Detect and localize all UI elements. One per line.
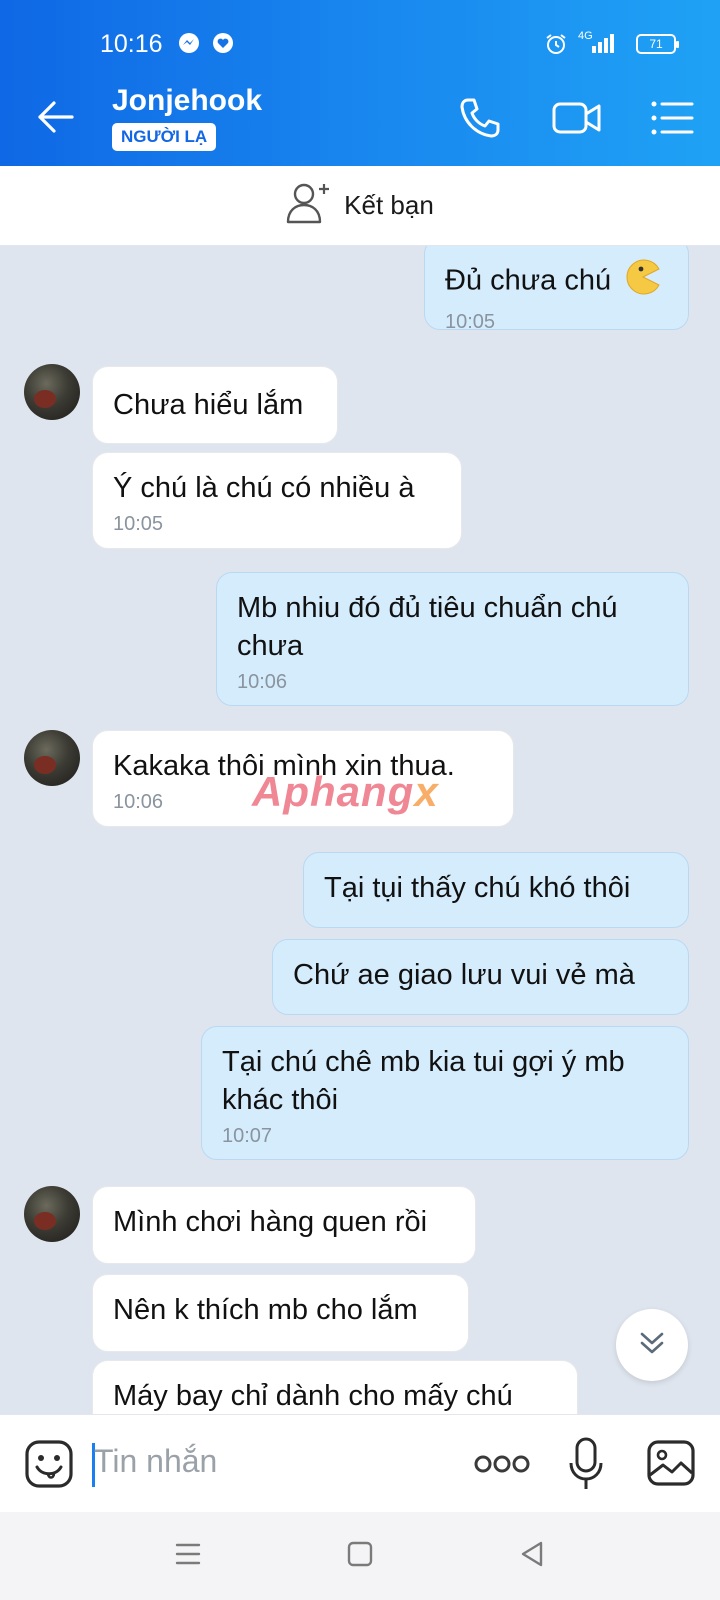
recent-apps-icon[interactable] (174, 1540, 202, 1573)
message-time: 10:06 (237, 671, 288, 693)
message-text: Mb nhiu đó đủ tiêu chuẩn chú chưa (237, 592, 618, 662)
menu-list-icon[interactable] (650, 96, 694, 145)
message-time: 10:05 (445, 311, 496, 333)
message-text: Đủ chưa chú (445, 264, 612, 297)
contact-avatar[interactable] (24, 730, 80, 786)
message-text: Nên k thích mb cho lắm (113, 1294, 418, 1326)
more-options-icon[interactable] (474, 1453, 530, 1480)
signal-icon (590, 32, 616, 59)
message-text: Chưa hiểu lắm (113, 389, 304, 421)
message-bubble-incoming[interactable]: Nên k thích mb cho lắm (92, 1274, 469, 1352)
contact-name[interactable]: Jonjehook (112, 84, 262, 118)
messenger-icon (178, 32, 200, 59)
message-bubble-incoming[interactable]: Chưa hiểu lắm (92, 366, 338, 444)
message-text: Máy bay chỉ dành cho mấy chú (113, 1380, 513, 1412)
contact-avatar[interactable] (24, 1186, 80, 1242)
message-text: Tại chú chê mb kia tui gợi ý mb khác thô… (222, 1046, 625, 1116)
back-triangle-icon[interactable] (518, 1540, 546, 1573)
chat-header: 10:16 4G 71 Jonjehook NGƯỜI LẠ (0, 0, 720, 166)
stranger-badge: NGƯỜI LẠ (112, 123, 217, 151)
message-list[interactable]: Đủ chưa chú 10:05 Chưa hiểu lắm Ý chú là… (0, 246, 720, 1414)
sticker-emoji-icon[interactable] (24, 1439, 74, 1494)
message-bubble-outgoing[interactable]: Tại chú chê mb kia tui gợi ý mb khác thô… (201, 1026, 689, 1160)
message-bubble-incoming[interactable]: Máy bay chỉ dành cho mấy chú (92, 1360, 578, 1414)
watermark: Aphangx (252, 768, 439, 815)
system-navigation-bar (0, 1512, 720, 1600)
message-text: Chứ ae giao lưu vui vẻ mà (293, 959, 635, 991)
message-bubble-outgoing[interactable]: Đủ chưa chú 10:05 (424, 246, 689, 333)
home-icon[interactable] (346, 1540, 374, 1573)
message-text: Ý chú là chú có nhiều à (113, 472, 415, 504)
message-bubble-outgoing[interactable]: Mb nhiu đó đủ tiêu chuẩn chú chưa 10:06 (216, 572, 689, 706)
add-friend-icon (286, 182, 332, 229)
status-bar: 10:16 4G 71 (0, 0, 720, 70)
message-bubble-incoming[interactable]: Mình chơi hàng quen rồi (92, 1186, 476, 1264)
microphone-icon[interactable] (568, 1437, 604, 1496)
message-input-bar: Tin nhắn (0, 1414, 720, 1512)
video-call-icon[interactable] (552, 96, 602, 145)
add-friend-label: Kết bạn (344, 190, 434, 220)
pacman-emoji-icon (625, 259, 661, 305)
heart-chat-icon (212, 32, 234, 59)
message-bubble-outgoing[interactable]: Chứ ae giao lưu vui vẻ mà (272, 939, 689, 1015)
double-chevron-down-icon (637, 1328, 667, 1363)
scroll-to-bottom-button[interactable] (616, 1309, 688, 1381)
phone-call-icon[interactable] (458, 96, 502, 145)
message-bubble-outgoing[interactable]: Tại tụi thấy chú khó thôi (303, 852, 689, 928)
message-text: Tại tụi thấy chú khó thôi (324, 872, 631, 904)
alarm-icon (544, 32, 568, 61)
message-bubble-incoming[interactable]: Ý chú là chú có nhiều à 10:05 (92, 452, 462, 549)
image-gallery-icon[interactable] (646, 1439, 696, 1492)
message-time: 10:07 (222, 1125, 273, 1147)
battery-indicator: 71 (636, 34, 679, 54)
message-time: 10:05 (113, 513, 164, 535)
message-input[interactable]: Tin nhắn (94, 1443, 217, 1480)
contact-avatar[interactable] (24, 364, 80, 420)
back-arrow-icon[interactable] (36, 100, 74, 139)
status-time: 10:16 (100, 30, 163, 58)
message-text: Mình chơi hàng quen rồi (113, 1206, 428, 1238)
add-friend-bar[interactable]: Kết bạn (0, 166, 720, 246)
